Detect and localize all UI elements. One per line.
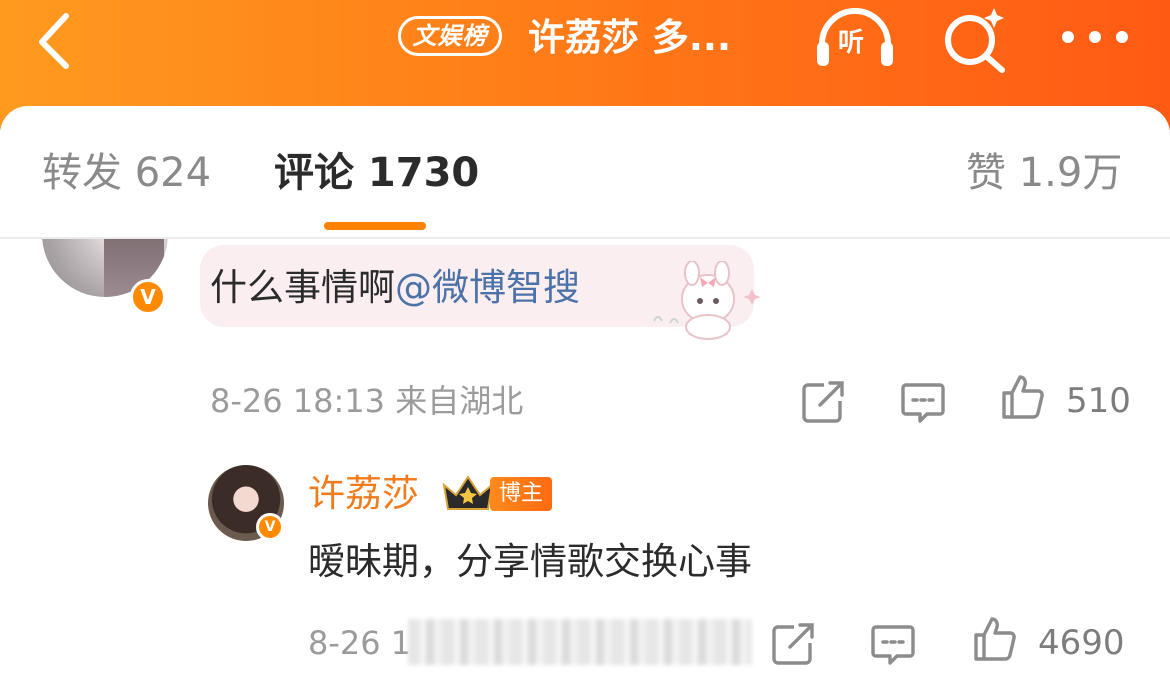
search-sparkle-icon — [945, 8, 1005, 73]
more-dots-icon — [1062, 31, 1128, 43]
comment-list: V 什么事情啊@微博智搜 8-26 18:13 来自湖北 510 V 许荔莎 博… — [0, 239, 1170, 676]
hot-list-badge[interactable]: 文娱榜 — [398, 16, 502, 56]
mention-link[interactable]: @微博智搜 — [395, 266, 580, 309]
tab-repost[interactable]: 转发 624 — [42, 148, 211, 198]
comment-text: 什么事情啊@微博智搜 — [210, 265, 580, 311]
thumbs-up-icon[interactable] — [972, 615, 1018, 661]
pink-bunny-sticker — [653, 261, 761, 340]
reply-text: 暧昧期，分享情歌交换心事 — [308, 540, 752, 583]
back-button[interactable] — [30, 8, 80, 70]
author-name[interactable]: 许荔莎 — [308, 471, 419, 517]
redaction-blur — [408, 619, 752, 665]
verified-badge: V — [130, 279, 166, 315]
active-tab-indicator — [324, 222, 426, 230]
comment-icon[interactable] — [900, 379, 946, 425]
page-title: 许荔莎 多... — [528, 16, 732, 59]
verified-badge: V — [256, 513, 284, 541]
thumbs-up-icon[interactable] — [1000, 373, 1046, 419]
chevron-left-icon — [39, 13, 69, 69]
tab-comment[interactable]: 评论 1730 — [274, 148, 479, 198]
share-icon[interactable] — [800, 379, 846, 425]
like-count: 4690 — [1038, 623, 1125, 663]
crown-icon — [442, 475, 494, 510]
listen-label: 听 — [838, 28, 865, 58]
host-badge: 博主 — [490, 477, 552, 511]
like-count: 510 — [1066, 381, 1131, 421]
share-icon[interactable] — [770, 621, 816, 667]
comment-icon[interactable] — [870, 621, 916, 667]
comment-meta: 8-26 18:13 来自湖北 — [210, 382, 524, 420]
comment-text-body: 什么事情啊 — [210, 266, 395, 309]
tab-like[interactable]: 赞 1.9万 — [966, 148, 1122, 198]
search-button[interactable] — [940, 4, 1010, 74]
more-button[interactable] — [1058, 22, 1132, 52]
reply-meta: 8-26 1 — [308, 624, 412, 662]
